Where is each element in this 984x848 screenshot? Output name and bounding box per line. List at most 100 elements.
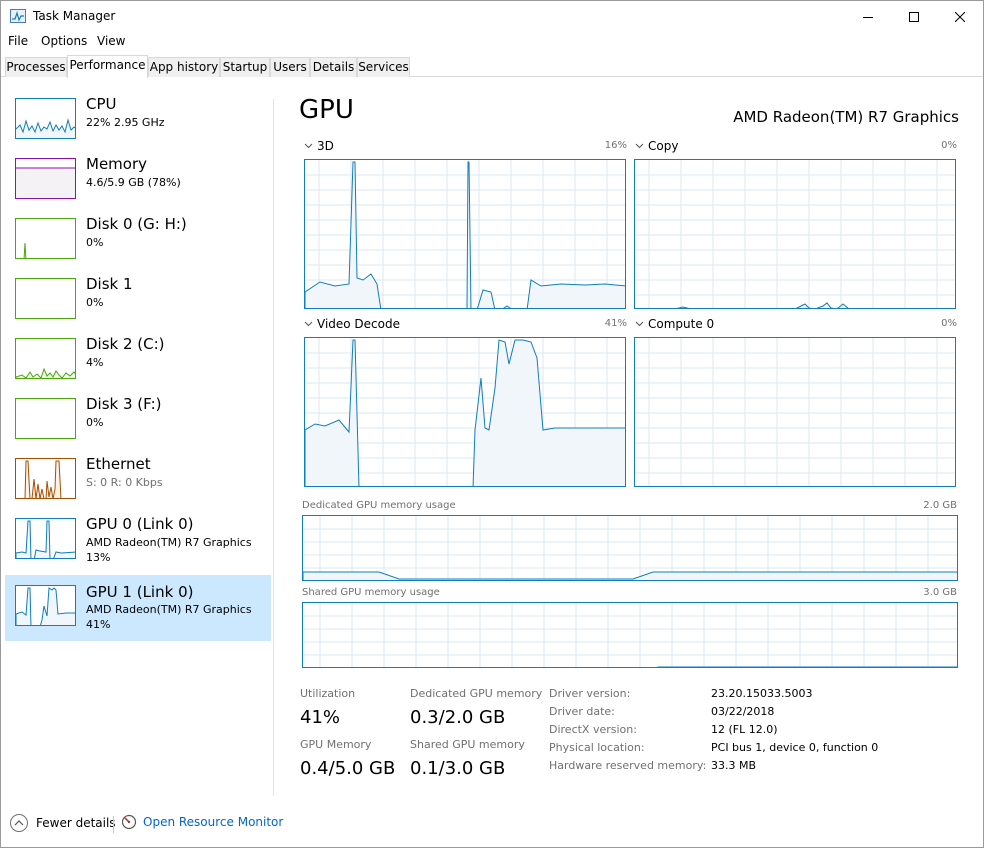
engine-label: Compute 0 bbox=[648, 317, 715, 331]
disk-0-thumbnail-graph bbox=[15, 218, 76, 259]
driver-date-label: Driver date: bbox=[549, 705, 615, 718]
engine-percent: 0% bbox=[941, 318, 957, 329]
engine-selector-video-decode[interactable]: Video Decode bbox=[304, 317, 400, 331]
sidebar-item-detail: AMD Radeon(TM) R7 Graphics bbox=[86, 603, 252, 616]
gpu-memory-label: GPU Memory bbox=[300, 738, 372, 751]
gpu-model-name: AMD Radeon(TM) R7 Graphics bbox=[733, 108, 959, 126]
window-title: Task Manager bbox=[33, 9, 116, 23]
tab-services[interactable]: Services bbox=[357, 57, 410, 77]
directx-version-label: DirectX version: bbox=[549, 723, 637, 736]
sidebar-item-name: Disk 2 (C:) bbox=[86, 335, 165, 353]
chevron-down-icon bbox=[304, 321, 313, 327]
chevron-down-icon bbox=[635, 143, 644, 149]
minimize-icon bbox=[863, 16, 873, 18]
engine-graph-compute-0 bbox=[634, 337, 956, 487]
engine-percent: 0% bbox=[941, 140, 957, 151]
open-resource-monitor-link[interactable]: Open Resource Monitor bbox=[121, 814, 283, 830]
shared-memory-max: 3.0 GB bbox=[923, 587, 957, 598]
shared-memory-label: Shared GPU memory usage bbox=[302, 587, 440, 598]
disk-3-thumbnail-graph bbox=[15, 398, 76, 439]
sidebar-item-disk-1[interactable]: Disk 1 0% bbox=[5, 269, 271, 329]
driver-date-value: 03/22/2018 bbox=[711, 705, 775, 718]
dedicated-memory-stat-label: Dedicated GPU memory bbox=[410, 687, 543, 700]
sidebar-item-detail: 22% 2.95 GHz bbox=[86, 116, 165, 129]
disk-2-thumbnail-graph bbox=[15, 338, 76, 379]
sidebar-item-detail: 0% bbox=[86, 416, 104, 429]
tab-app-history[interactable]: App history bbox=[148, 57, 220, 77]
shared-memory-stat-label: Shared GPU memory bbox=[410, 738, 525, 751]
resource-sidebar: CPU 22% 2.95 GHz Memory 4.6/5.9 GB (78%)… bbox=[1, 89, 273, 794]
maximize-icon bbox=[909, 11, 919, 22]
shared-memory-graph bbox=[302, 602, 958, 668]
engine-graph-3d bbox=[304, 159, 626, 309]
gpu-detail-panel: GPU AMD Radeon(TM) R7 Graphics 3D 16% Co… bbox=[299, 89, 961, 794]
minimize-button[interactable] bbox=[845, 1, 891, 32]
footer-bar: Fewer details Open Resource Monitor bbox=[1, 807, 983, 843]
footer-divider bbox=[113, 816, 114, 833]
tab-performance[interactable]: Performance bbox=[67, 55, 148, 78]
directx-version-value: 12 (FL 12.0) bbox=[711, 723, 778, 736]
menu-file[interactable]: File bbox=[8, 34, 28, 48]
menu-options[interactable]: Options bbox=[41, 34, 87, 48]
close-button[interactable] bbox=[937, 1, 983, 32]
sidebar-item-detail: 4.6/5.9 GB (78%) bbox=[86, 176, 181, 189]
sidebar-item-name: Ethernet bbox=[86, 455, 151, 473]
page-title: GPU bbox=[299, 95, 354, 125]
sidebar-item-detail: AMD Radeon(TM) R7 Graphics bbox=[86, 536, 252, 549]
hardware-reserved-memory-value: 33.3 MB bbox=[711, 759, 757, 772]
sidebar-item-ethernet[interactable]: Ethernet S: 0 R: 0 Kbps bbox=[5, 449, 271, 509]
engine-selector-compute-0[interactable]: Compute 0 bbox=[635, 317, 714, 331]
sidebar-item-disk-2[interactable]: Disk 2 (C:) 4% bbox=[5, 329, 271, 389]
engine-label: Video Decode bbox=[317, 317, 400, 331]
sidebar-item-name: GPU 1 (Link 0) bbox=[86, 583, 194, 601]
tab-strip: Processes Performance App history Startu… bbox=[1, 55, 983, 78]
gpu-memory-value: 0.4/5.0 GB bbox=[300, 758, 396, 779]
sidebar-item-detail: 0% bbox=[86, 296, 104, 309]
chevron-down-icon bbox=[635, 321, 644, 327]
driver-version-label: Driver version: bbox=[549, 687, 631, 700]
sidebar-item-usage: 13% bbox=[86, 551, 111, 564]
sidebar-item-name: GPU 0 (Link 0) bbox=[86, 515, 194, 533]
dedicated-memory-label: Dedicated GPU memory usage bbox=[302, 500, 456, 511]
sidebar-item-disk-3[interactable]: Disk 3 (F:) 0% bbox=[5, 389, 271, 449]
utilization-label: Utilization bbox=[300, 687, 356, 700]
menu-bar: File Options View bbox=[1, 32, 983, 52]
physical-location-value: PCI bus 1, device 0, function 0 bbox=[711, 741, 879, 754]
close-icon bbox=[955, 11, 965, 22]
sidebar-item-name: Disk 3 (F:) bbox=[86, 395, 162, 413]
memory-thumbnail-graph bbox=[15, 158, 76, 199]
physical-location-label: Physical location: bbox=[549, 741, 645, 754]
utilization-value: 41% bbox=[300, 707, 341, 728]
chevron-down-icon bbox=[304, 143, 313, 149]
tab-startup[interactable]: Startup bbox=[220, 57, 270, 77]
sidebar-item-usage: 41% bbox=[86, 618, 111, 631]
sidebar-item-gpu-0[interactable]: GPU 0 (Link 0) AMD Radeon(TM) R7 Graphic… bbox=[5, 509, 271, 569]
cpu-thumbnail-graph bbox=[15, 98, 76, 139]
sidebar-item-cpu[interactable]: CPU 22% 2.95 GHz bbox=[5, 89, 271, 149]
tab-users[interactable]: Users bbox=[270, 57, 310, 77]
engine-selector-copy[interactable]: Copy bbox=[635, 139, 678, 153]
dedicated-memory-graph bbox=[302, 515, 958, 581]
engine-graph-copy bbox=[634, 159, 956, 309]
engine-graph-video-decode bbox=[304, 337, 626, 487]
sidebar-item-name: Disk 0 (G: H:) bbox=[86, 215, 187, 233]
engine-percent: 41% bbox=[604, 318, 627, 329]
driver-version-value: 23.20.15033.5003 bbox=[711, 687, 813, 700]
chevron-up-icon bbox=[10, 814, 28, 832]
shared-memory-stat-value: 0.1/3.0 GB bbox=[410, 758, 506, 779]
sidebar-item-disk-0[interactable]: Disk 0 (G: H:) 0% bbox=[5, 209, 271, 269]
gpu-0-thumbnail-graph bbox=[15, 518, 76, 559]
engine-selector-3d[interactable]: 3D bbox=[304, 139, 334, 153]
maximize-button[interactable] bbox=[891, 1, 937, 32]
title-bar[interactable]: Task Manager bbox=[1, 1, 983, 32]
tab-processes[interactable]: Processes bbox=[5, 57, 67, 77]
sidebar-item-gpu-1[interactable]: GPU 1 (Link 0) AMD Radeon(TM) R7 Graphic… bbox=[5, 575, 271, 641]
fewer-details-button[interactable]: Fewer details bbox=[10, 814, 116, 832]
menu-view[interactable]: View bbox=[97, 34, 125, 48]
sidebar-item-name: CPU bbox=[86, 95, 117, 113]
sidebar-item-detail: 4% bbox=[86, 356, 104, 369]
sidebar-item-memory[interactable]: Memory 4.6/5.9 GB (78%) bbox=[5, 149, 271, 209]
task-manager-icon bbox=[10, 9, 26, 23]
sidebar-item-detail: S: 0 R: 0 Kbps bbox=[86, 476, 163, 489]
tab-details[interactable]: Details bbox=[310, 57, 357, 77]
